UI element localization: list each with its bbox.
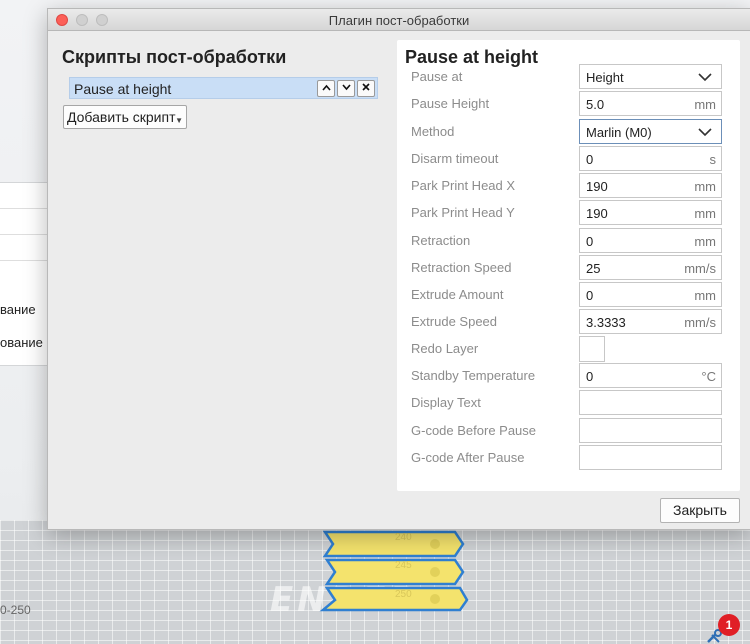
dialog-titlebar[interactable]: Плагин пост-обработки [48, 9, 750, 31]
setting-row: Park Print Head X 190 mm [397, 173, 740, 199]
setting-label: G-code After Pause [411, 450, 525, 465]
setting-unit: °C [701, 369, 716, 384]
setting-unit: s [709, 152, 717, 167]
setting-row: Retraction 0 mm [397, 228, 740, 254]
setting-label: Method [411, 124, 455, 139]
setting-dropdown[interactable]: Height [579, 64, 722, 89]
setting-value: 5.0 [586, 97, 605, 112]
setting-label: Park Print Head X [411, 178, 516, 193]
chevron-down-icon [698, 73, 712, 82]
setting-row: Pause Height 5.0 mm [397, 91, 740, 117]
setting-label: Pause at [411, 69, 463, 84]
setting-input[interactable]: 3.3333 mm/s [579, 309, 722, 334]
setting-row: G-code After Pause [397, 445, 740, 471]
setting-label: Redo Layer [411, 341, 479, 356]
setting-input[interactable]: 5.0 mm [579, 91, 722, 116]
setting-dropdown[interactable]: Marlin (M0) [579, 119, 722, 144]
chevron-up-icon [321, 84, 331, 91]
setting-unit: mm [694, 179, 716, 194]
setting-value: 190 [586, 179, 608, 194]
setting-value: Height [586, 70, 624, 85]
scripts-panel: Скрипты пост-обработки Pause at height Д… [62, 47, 380, 129]
setting-label: Park Print Head Y [411, 205, 515, 220]
scripts-heading: Скрипты пост-обработки [62, 47, 287, 67]
add-script-button[interactable]: Добавить скрипт ▼ [63, 105, 187, 129]
setting-row: Disarm timeout 0 s [397, 146, 740, 172]
setting-row: Extrude Amount 0 mm [397, 282, 740, 308]
setting-input[interactable]: 190 mm [579, 200, 722, 225]
setting-input[interactable]: 0 °C [579, 363, 722, 388]
model-label-245: 245 [395, 560, 412, 571]
setting-input[interactable] [579, 445, 722, 470]
setting-unit: mm [694, 206, 716, 221]
close-button[interactable]: Закрыть [660, 498, 740, 523]
setting-value: 0 [586, 369, 594, 384]
setting-row: Method Marlin (M0) [397, 119, 740, 145]
setting-input[interactable]: 0 mm [579, 282, 722, 307]
setting-label: Display Text [411, 395, 481, 410]
chevron-down-icon [341, 84, 351, 91]
setting-value: Marlin (M0) [586, 125, 652, 140]
build-plate-scale-label: 0-250 [0, 603, 31, 617]
setting-unit: mm [694, 97, 716, 112]
setting-label: Disarm timeout [411, 151, 499, 166]
printed-model[interactable]: 240 245 250 [315, 520, 475, 615]
setting-value: 0 [586, 288, 594, 303]
script-list-item[interactable]: Pause at height [69, 77, 378, 99]
setting-unit: mm/s [684, 261, 716, 276]
setting-value: 3.3333 [586, 315, 626, 330]
setting-value: 190 [586, 206, 608, 221]
setting-unit: mm [694, 288, 716, 303]
model-label-240: 240 [395, 532, 412, 543]
setting-input[interactable] [579, 390, 722, 415]
setting-row: G-code Before Pause [397, 418, 740, 444]
model-label-250: 250 [395, 589, 412, 600]
post-processing-dialog: Плагин пост-обработки Скрипты пост-обраб… [47, 8, 750, 530]
settings-row[interactable] [0, 209, 47, 235]
script-settings-panel: Pause at height Pause at Height Pause Heig… [397, 40, 740, 491]
settings-row[interactable] [0, 235, 47, 261]
left-panel-text: вание [0, 302, 36, 317]
setting-row: Standby Temperature 0 °C [397, 363, 740, 389]
setting-label: Retraction [411, 233, 471, 248]
settings-row[interactable] [0, 183, 47, 209]
setting-value: 25 [586, 261, 601, 276]
notification-badge[interactable]: 1 [718, 614, 740, 636]
close-icon [362, 83, 370, 91]
setting-unit: mm [694, 234, 716, 249]
move-down-button[interactable] [337, 80, 355, 97]
setting-row: Display Text [397, 390, 740, 416]
setting-input[interactable]: 190 mm [579, 173, 722, 198]
setting-row: Park Print Head Y 190 mm [397, 200, 740, 226]
setting-label: Pause Height [411, 96, 490, 111]
setting-input[interactable]: 25 mm/s [579, 255, 722, 280]
dropdown-caret-icon: ▼ [175, 116, 183, 125]
setting-checkbox[interactable] [579, 336, 605, 362]
setting-label: Standby Temperature [411, 368, 536, 383]
setting-input[interactable]: 0s [579, 146, 722, 171]
setting-input[interactable] [579, 418, 722, 443]
remove-script-button[interactable] [357, 80, 375, 97]
setting-label: Retraction Speed [411, 260, 512, 275]
setting-value: 0 [586, 234, 594, 249]
left-panel-text: ование [0, 335, 43, 350]
setting-label: Extrude Amount [411, 287, 504, 302]
setting-label: Extrude Speed [411, 314, 498, 329]
setting-row: Pause at Height [397, 64, 740, 90]
dialog-title: Плагин пост-обработки [328, 13, 470, 28]
script-item-label: Pause at height [74, 81, 172, 97]
setting-row: Redo Layer [397, 336, 740, 362]
chevron-down-icon [698, 128, 712, 137]
setting-row: Retraction Speed 25 mm/s [397, 255, 740, 281]
setting-unit: mm/s [684, 315, 716, 330]
setting-row: Extrude Speed 3.3333 mm/s [397, 309, 740, 335]
add-script-label: Добавить скрипт [67, 109, 176, 125]
move-up-button[interactable] [317, 80, 335, 97]
setting-value: 0 [586, 152, 594, 167]
setting-input[interactable]: 0 mm [579, 228, 722, 253]
setting-label: G-code Before Pause [411, 423, 537, 438]
